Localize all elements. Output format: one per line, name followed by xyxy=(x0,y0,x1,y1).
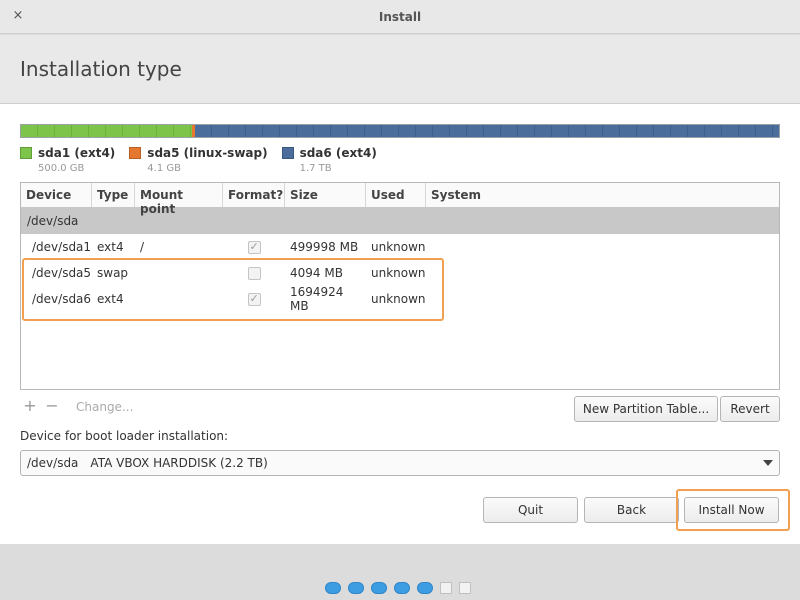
bootloader-device: /dev/sda xyxy=(27,456,79,470)
legend-swatch xyxy=(129,147,142,159)
partition-bar-segment-sda6 xyxy=(194,125,779,137)
cell-device: /dev/sda1 xyxy=(32,240,92,254)
partition-legend: sda1 (ext4) 500.0 GB sda5 (linux-swap) 4… xyxy=(20,146,377,174)
cell-format xyxy=(223,266,285,280)
step-dot-pending xyxy=(440,582,452,594)
column-header-format[interactable]: Format? xyxy=(223,183,285,207)
revert-button[interactable]: Revert xyxy=(720,396,780,422)
step-dot-completed xyxy=(371,582,387,594)
legend-size: 1.7 TB xyxy=(299,163,332,174)
format-checkbox[interactable] xyxy=(247,292,261,306)
step-dot-completed xyxy=(325,582,341,594)
partition-table: Device Type Mount point Format? Size Use… xyxy=(20,182,780,390)
column-header-type[interactable]: Type xyxy=(92,183,135,207)
legend-name: sda6 (ext4) xyxy=(299,146,377,160)
page-header: Installation type xyxy=(0,35,800,104)
window-title: Install xyxy=(378,9,422,24)
page-title: Installation type xyxy=(20,57,182,81)
cell-type: ext4 xyxy=(97,292,124,306)
table-row[interactable]: /dev/sda6 ext4 1694924 MB unknown xyxy=(21,285,779,313)
change-partition-button[interactable]: Change... xyxy=(76,400,133,414)
legend-name: sda1 (ext4) xyxy=(38,146,116,160)
partition-bar-segment-sda1 xyxy=(21,125,193,137)
cell-format xyxy=(223,292,285,306)
window-titlebar: × Install xyxy=(0,0,800,34)
partition-tools: + − Change... xyxy=(20,397,133,417)
new-partition-table-button[interactable]: New Partition Table... xyxy=(574,396,718,422)
legend-size: 4.1 GB xyxy=(147,163,181,174)
table-row[interactable]: /dev/sda1 ext4 / 499998 MB unknown xyxy=(21,234,779,260)
add-partition-button[interactable]: + xyxy=(20,397,40,417)
legend-item-sda1: sda1 (ext4) 500.0 GB xyxy=(20,146,115,174)
table-group-row[interactable]: /dev/sda xyxy=(21,208,779,234)
format-checkbox[interactable] xyxy=(247,266,261,280)
cell-size: 1694924 MB xyxy=(290,285,344,313)
column-header-used[interactable]: Used xyxy=(366,183,426,207)
bootloader-device-select[interactable]: /dev/sda ATA VBOX HARDDISK (2.2 TB) xyxy=(20,450,780,476)
cell-device: /dev/sda5 xyxy=(32,266,92,280)
table-row[interactable]: /dev/sda5 swap 4094 MB unknown xyxy=(21,260,779,286)
legend-item-sda5: sda5 (linux-swap) 4.1 GB xyxy=(129,146,268,174)
step-dot-completed xyxy=(417,582,433,594)
dropdown-arrow-icon xyxy=(763,460,773,466)
table-header: Device Type Mount point Format? Size Use… xyxy=(21,183,779,216)
main-content: sda1 (ext4) 500.0 GB sda5 (linux-swap) 4… xyxy=(0,104,800,544)
bootloader-device-description: ATA VBOX HARDDISK (2.2 TB) xyxy=(90,456,268,470)
bootloader-label: Device for boot loader installation: xyxy=(20,429,229,443)
format-checkbox[interactable] xyxy=(247,240,261,254)
quit-button[interactable]: Quit xyxy=(483,497,578,523)
step-dot-pending xyxy=(459,582,471,594)
cell-used: unknown xyxy=(371,240,426,254)
step-dot-completed xyxy=(348,582,364,594)
legend-swatch xyxy=(20,147,32,159)
column-header-size[interactable]: Size xyxy=(285,183,366,207)
cell-size: 4094 MB xyxy=(290,266,343,280)
legend-size: 500.0 GB xyxy=(38,163,85,174)
legend-name: sda5 (linux-swap) xyxy=(147,146,268,160)
cell-format xyxy=(223,240,285,254)
cell-type: swap xyxy=(97,266,129,280)
remove-partition-button[interactable]: − xyxy=(42,397,62,417)
partition-bar xyxy=(20,124,780,138)
column-header-mount-point[interactable]: Mount point xyxy=(135,183,223,216)
column-header-device[interactable]: Device xyxy=(21,183,92,207)
step-progress xyxy=(325,582,471,594)
legend-item-sda6: sda6 (ext4) 1.7 TB xyxy=(281,146,377,174)
footer xyxy=(0,544,800,600)
cell-device: /dev/sda6 xyxy=(32,292,92,306)
back-button[interactable]: Back xyxy=(584,497,679,523)
legend-swatch xyxy=(281,147,294,159)
cell-mount: / xyxy=(140,240,145,254)
cell-type: ext4 xyxy=(97,240,124,254)
cell-used: unknown xyxy=(371,266,426,280)
step-dot-completed xyxy=(394,582,410,594)
column-header-system[interactable]: System xyxy=(426,183,779,207)
cell-size: 499998 MB xyxy=(290,240,359,254)
install-now-button[interactable]: Install Now xyxy=(684,497,779,523)
close-icon[interactable]: × xyxy=(10,8,26,24)
cell-used: unknown xyxy=(371,292,426,306)
